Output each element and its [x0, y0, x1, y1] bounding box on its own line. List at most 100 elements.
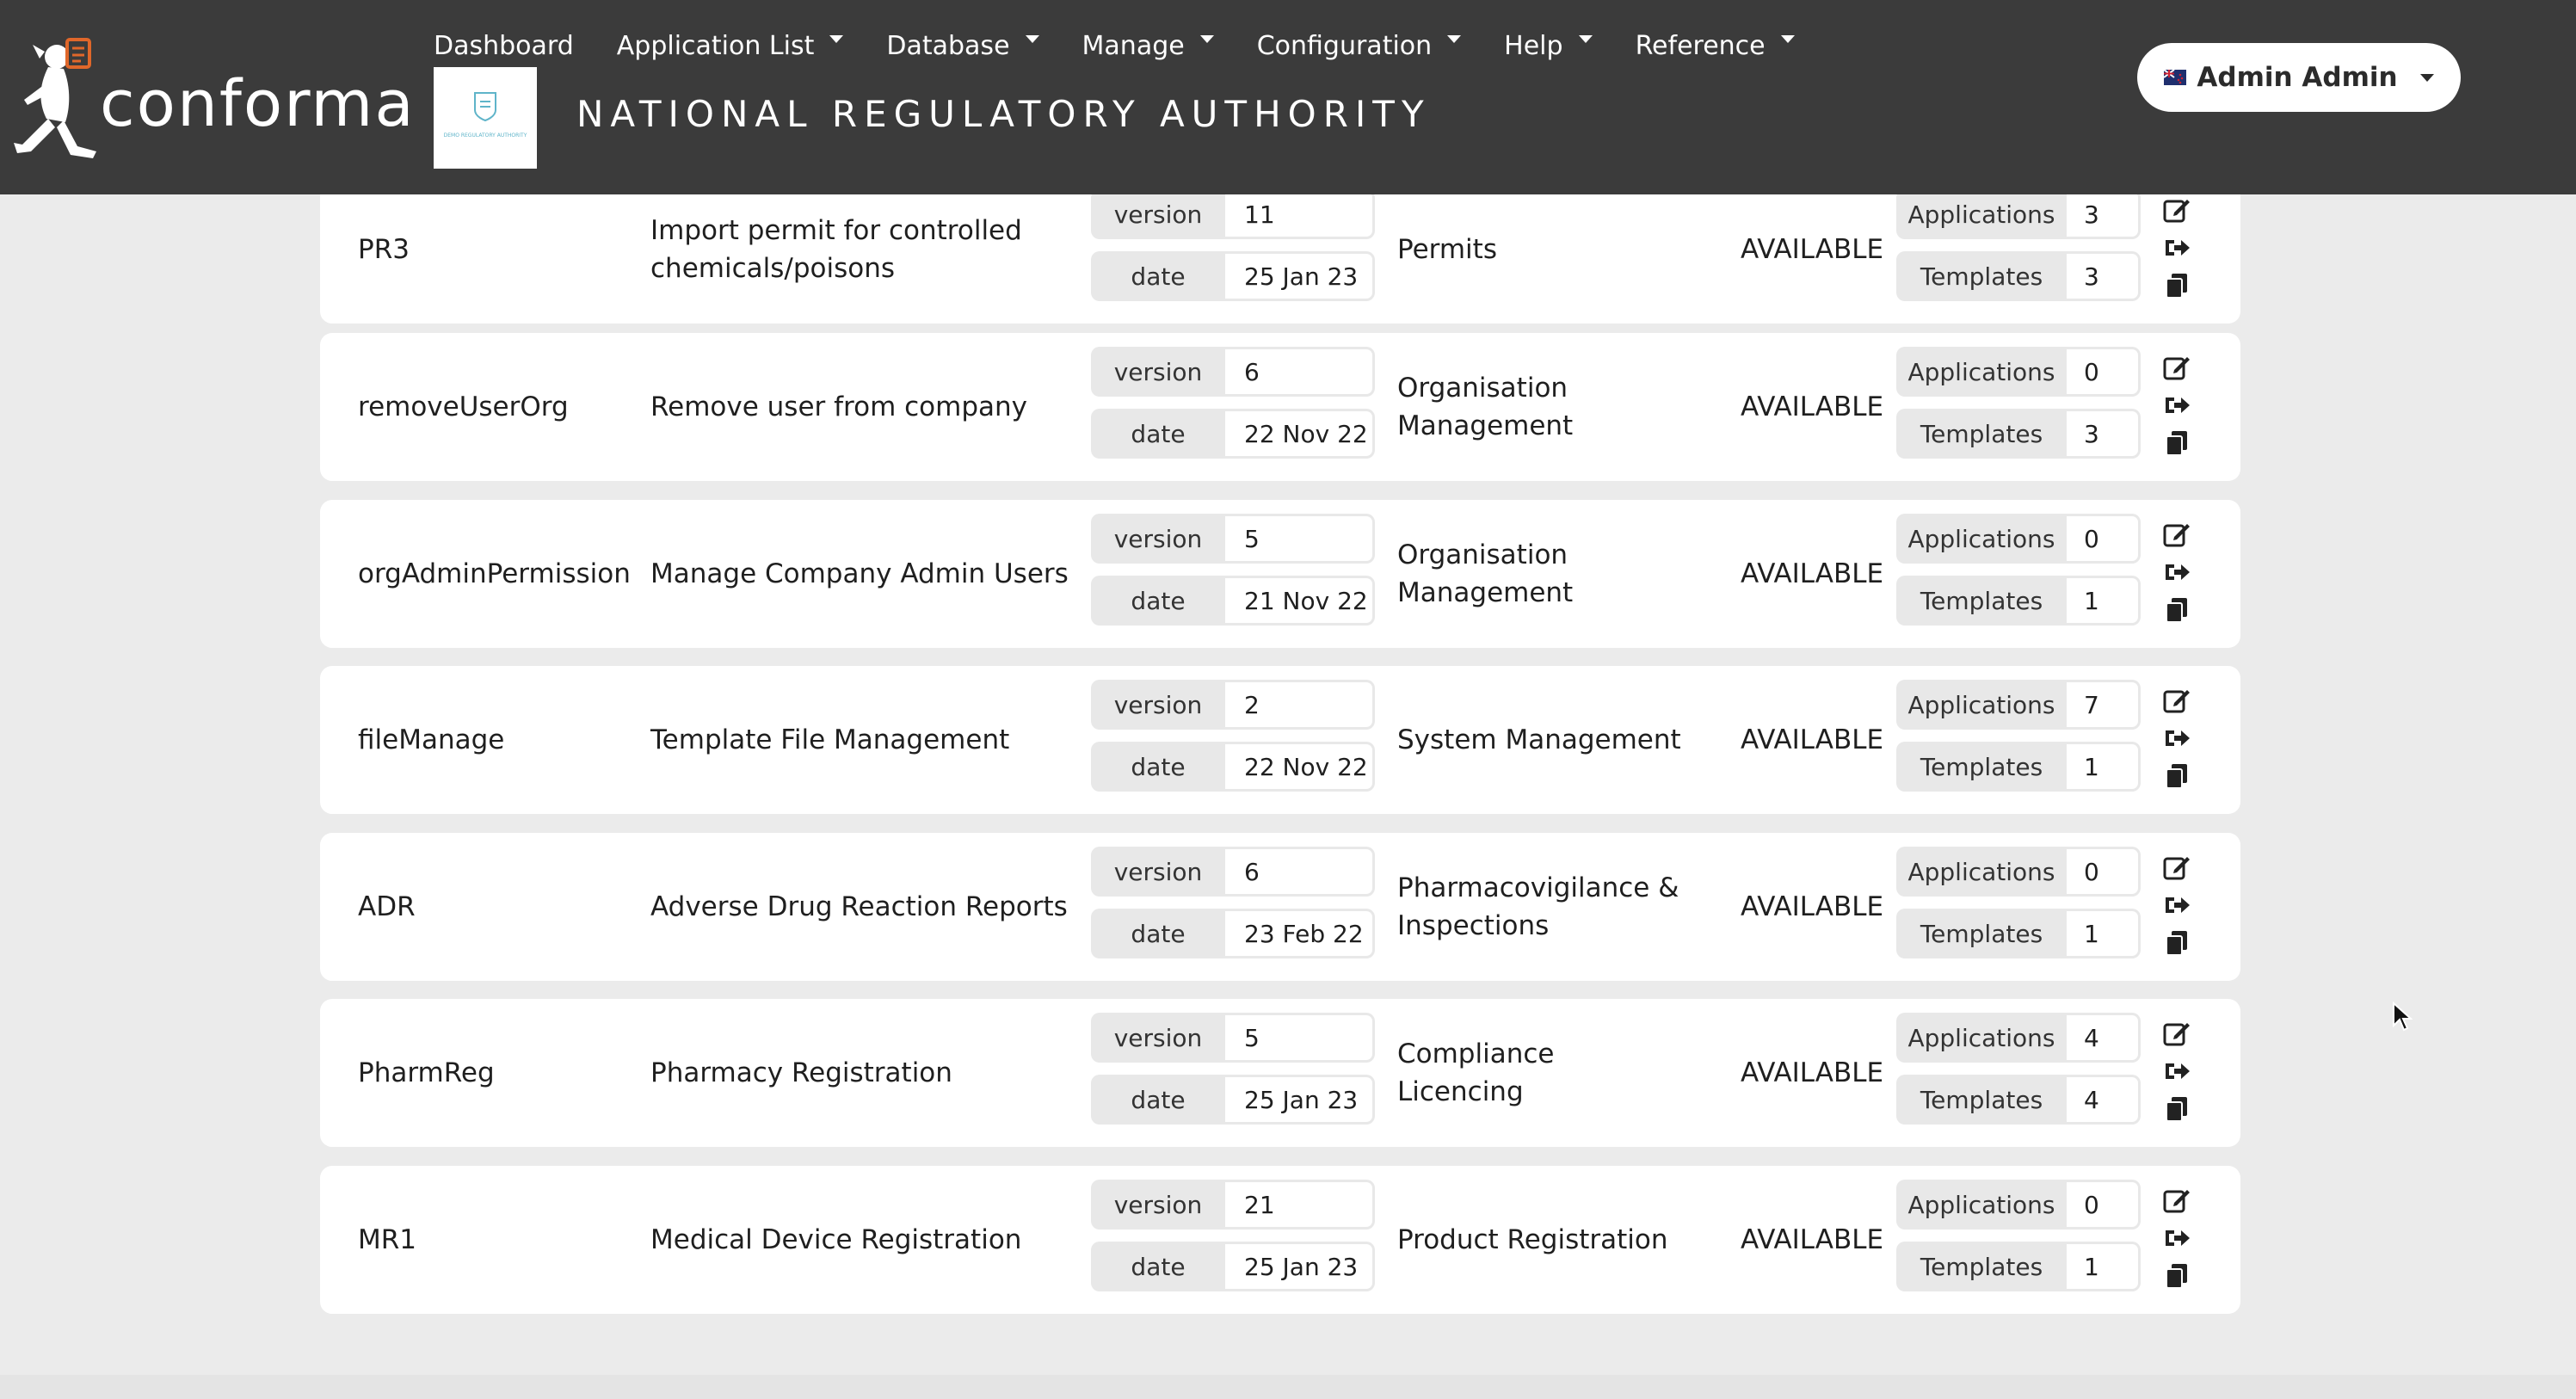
conforma-logo[interactable]: conforma: [14, 33, 414, 170]
export-icon[interactable]: [2161, 723, 2192, 754]
template-category: Compliance Licencing: [1397, 1038, 1555, 1107]
template-name: Pharmacy Registration: [650, 1057, 952, 1088]
templates-count[interactable]: Templates 1: [1896, 742, 2141, 792]
version-label: version: [1091, 1180, 1225, 1230]
export-icon[interactable]: [2161, 232, 2192, 263]
nav-help[interactable]: Help: [1504, 30, 1593, 61]
template-name: Template File Management: [650, 724, 1010, 755]
user-menu-button[interactable]: Admin Admin: [2137, 43, 2461, 112]
date-field: date 21 Nov 22: [1091, 576, 1375, 626]
date-label: date: [1091, 742, 1225, 792]
templates-count[interactable]: Templates 1: [1896, 1242, 2141, 1291]
applications-value: 0: [2067, 1180, 2141, 1230]
edit-icon[interactable]: [2161, 685, 2192, 716]
edit-icon[interactable]: [2161, 1018, 2192, 1049]
template-code: fileManage: [358, 724, 505, 755]
template-code: orgAdminPermission: [358, 558, 631, 589]
templates-count[interactable]: Templates 3: [1896, 251, 2141, 301]
nav-manage[interactable]: Manage: [1082, 31, 1214, 61]
templates-value: 1: [2067, 742, 2141, 792]
date-field: date 25 Jan 23: [1091, 1075, 1375, 1125]
export-icon[interactable]: [2161, 1223, 2192, 1254]
template-category: Pharmacovigilance & Inspections: [1397, 872, 1679, 941]
template-name: Remove user from company: [650, 391, 1027, 422]
applications-count[interactable]: Applications 0: [1896, 1180, 2141, 1230]
templates-count[interactable]: Templates 4: [1896, 1075, 2141, 1125]
applications-count[interactable]: Applications 4: [1896, 1013, 2141, 1063]
main-nav: Dashboard Application List Database Mana…: [434, 22, 1838, 69]
version-label: version: [1091, 847, 1225, 897]
template-row: orgAdminPermission Manage Company Admin …: [320, 500, 2240, 648]
templates-count[interactable]: Templates 3: [1896, 409, 2141, 459]
top-navbar: conforma Dashboard Application List Data…: [0, 0, 2576, 194]
nav-dashboard[interactable]: Dashboard: [434, 31, 574, 61]
nav-label: Configuration: [1256, 30, 1433, 61]
copy-icon[interactable]: [2161, 928, 2192, 958]
applications-count[interactable]: Applications 3: [1896, 189, 2141, 239]
template-category: Organisation Management: [1397, 539, 1574, 608]
applications-label: Applications: [1896, 1180, 2067, 1230]
copy-icon[interactable]: [2161, 428, 2192, 459]
nav-database[interactable]: Database: [886, 31, 1039, 61]
row-actions: [2161, 345, 2196, 472]
templates-label: Templates: [1896, 742, 2067, 792]
nav-label: Dashboard: [434, 30, 574, 61]
templates-value: 3: [2067, 251, 2141, 301]
copy-icon[interactable]: [2161, 270, 2192, 301]
version-field: version 6: [1091, 347, 1375, 397]
version-field: version 6: [1091, 847, 1375, 897]
templates-count[interactable]: Templates 1: [1896, 576, 2141, 626]
applications-count[interactable]: Applications 7: [1896, 680, 2141, 730]
applications-value: 4: [2067, 1013, 2141, 1063]
export-icon[interactable]: [2161, 890, 2192, 921]
applications-label: Applications: [1896, 847, 2067, 897]
edit-icon[interactable]: [2161, 352, 2192, 383]
edit-icon[interactable]: [2161, 519, 2192, 550]
org-logo-text: DEMO REGULATORY AUTHORITY: [443, 133, 527, 139]
template-status: AVAILABLE: [1741, 234, 1884, 265]
copy-icon[interactable]: [2161, 1260, 2192, 1291]
template-code: MR1: [358, 1224, 417, 1255]
date-value: 25 Jan 23: [1225, 1242, 1375, 1291]
mouse-pointer-icon: [2393, 1001, 2413, 1032]
nav-reference[interactable]: Reference: [1636, 31, 1795, 61]
date-label: date: [1091, 1242, 1225, 1291]
export-icon[interactable]: [2161, 390, 2192, 421]
applications-count[interactable]: Applications 0: [1896, 847, 2141, 897]
org-logo[interactable]: DEMO REGULATORY AUTHORITY: [434, 67, 537, 169]
date-label: date: [1091, 409, 1225, 459]
templates-label: Templates: [1896, 1242, 2067, 1291]
applications-label: Applications: [1896, 347, 2067, 397]
version-field: version 21: [1091, 1180, 1375, 1230]
version-label: version: [1091, 347, 1225, 397]
edit-icon[interactable]: [2161, 1185, 2192, 1216]
template-row: PR3 Import permit for controlled chemica…: [320, 176, 2240, 324]
date-value: 22 Nov 22: [1225, 409, 1375, 459]
export-icon[interactable]: [2161, 557, 2192, 588]
nav-label: Help: [1504, 30, 1563, 61]
nav-configuration[interactable]: Configuration: [1256, 30, 1462, 61]
row-actions: [2161, 1011, 2196, 1138]
templates-label: Templates: [1896, 909, 2067, 958]
applications-count[interactable]: Applications 0: [1896, 347, 2141, 397]
row-actions: [2161, 512, 2196, 639]
applications-label: Applications: [1896, 514, 2067, 564]
copy-icon[interactable]: [2161, 761, 2192, 792]
edit-icon[interactable]: [2161, 852, 2192, 883]
nav-application-list[interactable]: Application List: [617, 31, 844, 61]
templates-count[interactable]: Templates 1: [1896, 909, 2141, 958]
version-field: version 5: [1091, 514, 1375, 564]
version-value: 21: [1225, 1180, 1375, 1230]
edit-icon[interactable]: [2161, 194, 2192, 225]
org-title: NATIONAL REGULATORY AUTHORITY: [576, 93, 1431, 135]
date-value: 22 Nov 22: [1225, 742, 1375, 792]
date-field: date 22 Nov 22: [1091, 742, 1375, 792]
applications-count[interactable]: Applications 0: [1896, 514, 2141, 564]
version-label: version: [1091, 514, 1225, 564]
export-icon[interactable]: [2161, 1056, 2192, 1087]
date-label: date: [1091, 576, 1225, 626]
mascot-logo-icon: [14, 38, 96, 158]
template-status: AVAILABLE: [1741, 724, 1884, 755]
copy-icon[interactable]: [2161, 1094, 2192, 1125]
copy-icon[interactable]: [2161, 595, 2192, 626]
